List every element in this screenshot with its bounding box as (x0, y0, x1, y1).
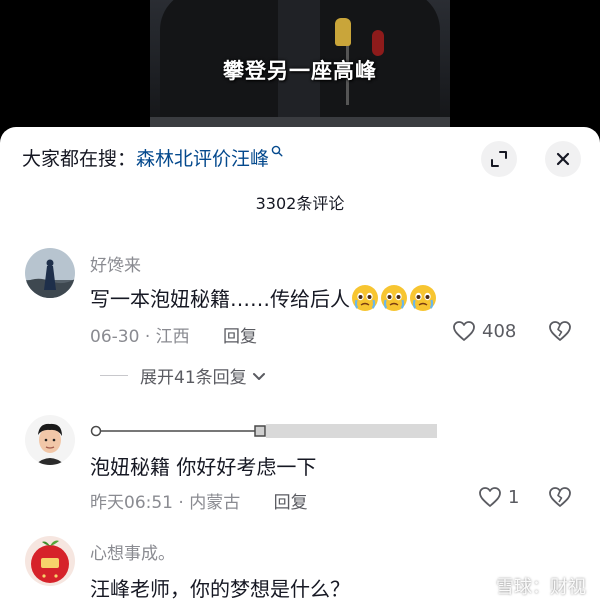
comment-text: 泡妞秘籍 你好好考虑一下 (90, 455, 317, 479)
search-icon[interactable] (271, 145, 283, 157)
comment-text-body: 写一本泡妞秘籍……传给后人 (90, 287, 350, 311)
search-suggestion-keyword[interactable]: 森林北评价汪峰 (136, 148, 269, 170)
expand-replies-label: 展开41条回复 (140, 368, 247, 388)
like-count: 1 (508, 486, 520, 508)
crying-face-emoji-icon (410, 285, 436, 311)
avatar[interactable] (25, 415, 75, 465)
comment-date: 昨天06:51 (90, 493, 173, 513)
reply-button[interactable]: 回复 (223, 327, 257, 347)
dislike-button[interactable] (548, 320, 572, 346)
comment-username[interactable]: 心想事成。 (90, 539, 175, 564)
broken-heart-icon (549, 321, 571, 341)
meta-separator: · (144, 327, 156, 347)
comment-count: 3302条评论 (255, 194, 345, 213)
close-button[interactable] (545, 141, 581, 177)
badge-pin-icon (335, 18, 351, 46)
avatar[interactable] (25, 536, 75, 586)
expand-replies-button[interactable]: 展开41条回复 (100, 363, 267, 388)
comment-date: 06-30 (90, 327, 140, 347)
avatar-image (25, 536, 75, 586)
comment-meta: 昨天06:51 · 内蒙古 回复 (90, 488, 308, 513)
search-suggestion[interactable]: 大家都在搜：森林北评价汪峰 (22, 144, 283, 171)
watermark-text: 雪球：财视 (496, 577, 586, 598)
crying-face-emoji-icon (352, 285, 378, 311)
comments-sheet: 大家都在搜：森林北评价汪峰 3302条评论 好馋来 写一本泡妞秘籍……传给后人 … (0, 127, 600, 605)
heart-icon (453, 321, 475, 341)
collapse-button[interactable] (481, 141, 517, 177)
crying-face-emoji-icon (381, 285, 407, 311)
like-button[interactable]: 408 (452, 320, 516, 342)
dislike-button[interactable] (548, 486, 572, 512)
comment-text: 汪峰老师，你的梦想是什么？ (90, 577, 350, 601)
video-area[interactable]: 攀登另一座高峰 (0, 0, 600, 135)
comment-text: 写一本泡妞秘籍……传给后人 (90, 283, 437, 312)
chevron-down-icon (252, 372, 265, 380)
like-button[interactable]: 1 (478, 486, 519, 508)
meta-separator: · (178, 493, 190, 513)
comment-username[interactable]: 好馋来 (90, 251, 141, 276)
close-icon (556, 152, 570, 166)
watermark: 雪球：财视 (470, 573, 586, 599)
like-count: 408 (482, 320, 517, 342)
collapse-icon (491, 151, 507, 167)
avatar[interactable] (25, 248, 75, 298)
reply-button[interactable]: 回复 (274, 493, 308, 513)
redacted-username (90, 424, 437, 438)
broken-heart-icon (549, 487, 571, 507)
comment-location: 江西 (155, 327, 190, 347)
comment-location: 内蒙古 (189, 493, 241, 513)
heart-icon (479, 487, 501, 507)
search-suggestion-prefix: 大家都在搜： (22, 148, 137, 170)
avatar-image (25, 248, 75, 298)
badge-pin-icon (372, 30, 384, 56)
comment-meta: 06-30 · 江西 回复 (90, 322, 257, 347)
snowball-logo-icon (471, 576, 491, 596)
divider-line (100, 375, 128, 376)
video-caption: 攀登另一座高峰 (223, 59, 377, 83)
avatar-image (25, 415, 75, 465)
